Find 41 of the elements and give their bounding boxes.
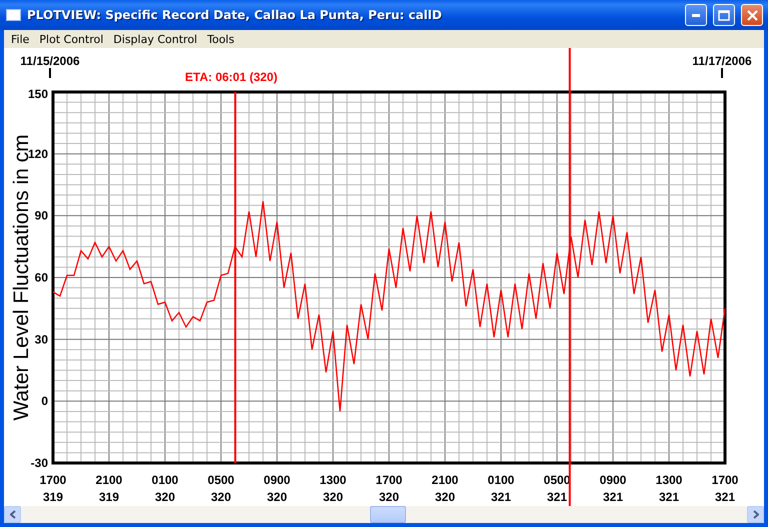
close-button[interactable] <box>741 4 763 26</box>
maximize-button[interactable] <box>713 4 735 26</box>
tick-label: 1700 320 <box>376 473 402 504</box>
tick-label: 60 <box>34 270 48 284</box>
tick-label: 0100 321 <box>488 473 514 504</box>
minimize-icon <box>692 14 700 16</box>
menu-item[interactable]: Display Control <box>108 32 202 46</box>
tick-label: 2100 320 <box>432 473 458 504</box>
marker-label: ETA: 06:01 (320) <box>185 70 278 84</box>
tick-label: 0900 321 <box>600 473 626 504</box>
tick-label: 2100 319 <box>96 473 122 504</box>
minimize-button[interactable] <box>685 4 707 26</box>
date-label: 11/15/2006 <box>20 54 80 68</box>
tick-label: 0500 320 <box>208 473 234 504</box>
maximize-icon <box>718 10 730 20</box>
menu-item[interactable]: File <box>6 32 34 46</box>
horizontal-scrollbar[interactable] <box>4 506 764 523</box>
tick-label: 150 <box>28 87 48 101</box>
scroll-right-button[interactable] <box>747 506 764 523</box>
tick-label: 1300 321 <box>656 473 682 504</box>
date-tick <box>721 68 723 78</box>
tick-label: 90 <box>34 208 48 223</box>
date-label: 11/17/2006 <box>692 54 752 68</box>
tick-label: -30 <box>30 456 48 470</box>
scroll-thumb[interactable] <box>370 506 406 523</box>
date-tick <box>49 68 51 78</box>
tick-label: 1700 321 <box>712 473 738 504</box>
window-title: PLOTVIEW: Specific Record Date, Callao La Punta, Peru: callD <box>27 8 443 22</box>
tick-label: 0900 320 <box>264 473 290 504</box>
tick-label: 0500 321 <box>544 473 570 504</box>
close-icon <box>746 10 758 20</box>
tick-label: 30 <box>34 332 48 346</box>
menu-item[interactable]: Plot Control <box>34 32 108 46</box>
app-icon <box>6 9 21 21</box>
tick-label: 120 <box>28 146 48 161</box>
tick-label: 1700 319 <box>40 473 66 504</box>
tick-label: 0 <box>41 394 48 408</box>
tick-label: 1300 320 <box>320 473 346 504</box>
tick-label: 0100 320 <box>152 473 178 504</box>
scroll-left-button[interactable] <box>4 506 21 523</box>
menu-item[interactable]: Tools <box>202 32 240 46</box>
